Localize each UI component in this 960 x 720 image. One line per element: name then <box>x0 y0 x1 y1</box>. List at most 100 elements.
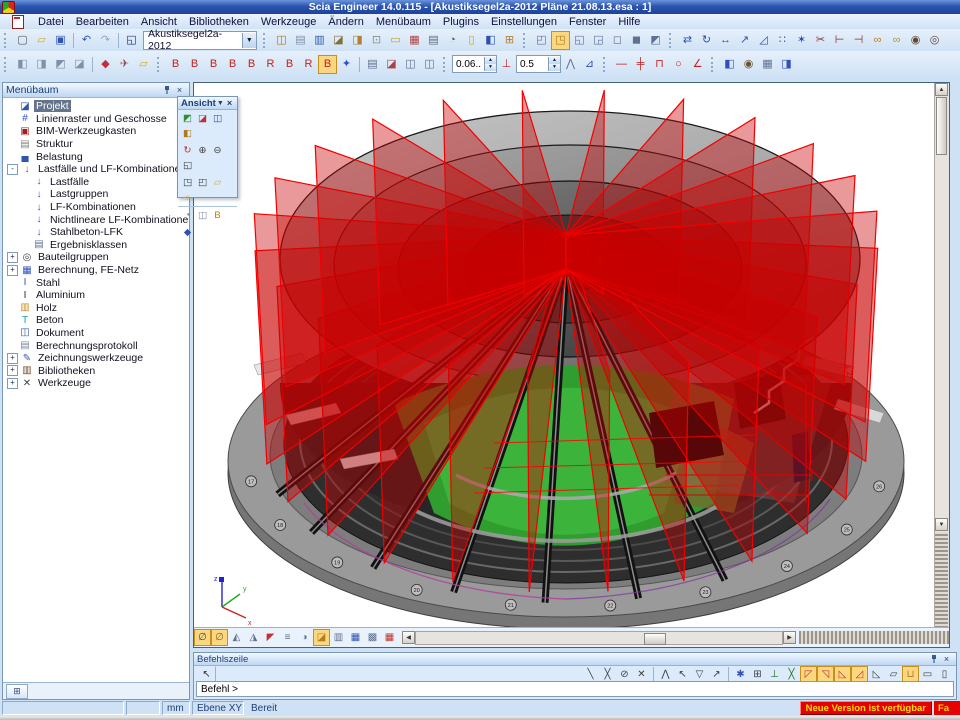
perspective-icon[interactable]: ◮ <box>245 629 262 646</box>
viewport-hscrollbar[interactable] <box>415 631 783 645</box>
chevron-down-icon[interactable]: ▼ <box>216 97 225 109</box>
tree-item-bauteilgruppen[interactable]: +◎Bauteilgruppen <box>3 251 189 264</box>
clipboard-view-icon[interactable]: ◫ <box>195 208 210 223</box>
scroll-up-icon[interactable]: ▲ <box>935 83 948 96</box>
snap-size-field[interactable]: 0.06.. ▲▼ <box>452 55 497 73</box>
copy-add-icon[interactable]: ◩ <box>51 55 70 74</box>
spinner-arrows[interactable]: ▲▼ <box>548 57 560 71</box>
clip-box-icon[interactable]: ∅ <box>194 629 211 646</box>
tree-item-aluminium[interactable]: IAluminium <box>3 289 189 302</box>
tree-item-belastung[interactable]: ▄Belastung <box>3 150 189 163</box>
window-cascade-icon[interactable]: ◰ <box>532 31 551 50</box>
tree-expand-icon[interactable]: + <box>7 265 18 276</box>
tree-item-zeichnungswerkzeuge[interactable]: +✎Zeichnungswerkzeuge <box>3 352 189 365</box>
tree-item-linienraster-und-geschosse[interactable]: #Linienraster und Geschosse <box>3 113 189 126</box>
ansicht-header[interactable]: Ansicht ▼ × <box>178 97 237 110</box>
preview-icon[interactable]: ◔ <box>443 31 462 50</box>
tree-item-lastfälle-und-lf-kombinationen[interactable]: -↓Lastfälle und LF-Kombinationen <box>3 163 189 176</box>
notes-icon[interactable]: ▯ <box>462 31 481 50</box>
command-input[interactable]: Befehl > <box>196 681 954 697</box>
save-picture-icon[interactable]: ▤ <box>363 55 382 74</box>
scale-icon[interactable]: ◿ <box>754 31 773 50</box>
print-icon[interactable]: ▤ <box>424 31 443 50</box>
load-case-2-icon[interactable]: B <box>185 55 204 74</box>
close-icon[interactable]: × <box>225 97 234 109</box>
toolbar-grip[interactable] <box>157 57 163 72</box>
roof-icon[interactable]: ⋀ <box>561 55 580 74</box>
clipboard-icon[interactable]: ◨ <box>348 31 367 50</box>
tree-item-bim-werkzeugkasten[interactable]: ▣BIM-Werkzeugkasten <box>3 125 189 138</box>
view-front-icon[interactable]: ◪ <box>195 111 210 126</box>
toolbar-grip[interactable] <box>603 57 609 72</box>
model-3d-scene[interactable]: 26252423222120191817 4.2 y x z <box>194 83 934 628</box>
stretch-icon[interactable]: ↗ <box>735 31 754 50</box>
window-horizontal-icon[interactable]: ◱ <box>570 31 589 50</box>
tree-expand-icon[interactable]: + <box>7 378 18 389</box>
tree-item-stahl[interactable]: IStahl <box>3 276 189 289</box>
pair-icon[interactable]: ∞ <box>887 31 906 50</box>
combobox-dropdown-icon[interactable]: ▼ <box>242 33 256 48</box>
scroll-left-icon[interactable]: ◀ <box>402 631 415 644</box>
view-top-icon[interactable]: ◧ <box>180 126 195 141</box>
move-icon[interactable]: ⇄ <box>678 31 697 50</box>
polyline-icon[interactable]: ⊓ <box>650 55 669 74</box>
tree-item-berechnung-fe-netz[interactable]: +▦Berechnung, FE-Netz <box>3 264 189 277</box>
tree-item-bibliotheken[interactable]: +▥Bibliotheken <box>3 364 189 377</box>
project-combobox[interactable]: Akustiksegel2a-2012 ▼ <box>143 31 257 50</box>
open-drawing-icon[interactable]: ▱ <box>134 55 153 74</box>
mail-icon[interactable]: ▭ <box>386 31 405 50</box>
tree-item-beton[interactable]: TBeton <box>3 314 189 327</box>
angle-line-icon[interactable]: ∠ <box>688 55 707 74</box>
status-units[interactable]: mm <box>162 701 190 715</box>
toolbar-grip[interactable] <box>443 57 449 72</box>
zoom-all-icon[interactable]: ◳ <box>180 175 195 190</box>
toolbar-grip[interactable] <box>4 33 10 48</box>
paste-properties-icon[interactable]: ◨ <box>32 55 51 74</box>
red-flag-icon[interactable]: ◤ <box>262 629 279 646</box>
tree-expand-icon[interactable]: - <box>7 164 18 175</box>
menu-fenster[interactable]: Fenster <box>563 15 612 29</box>
table-icon[interactable]: ▦ <box>758 55 777 74</box>
menu-datei[interactable]: Datei <box>32 15 70 29</box>
viewport-vscrollbar[interactable]: ▲ ▼ <box>934 83 949 629</box>
toolbar-grip[interactable] <box>669 33 675 48</box>
load-free-icon[interactable]: B <box>280 55 299 74</box>
spinner-arrows[interactable]: ▲▼ <box>484 57 496 71</box>
calculator-icon[interactable]: ⊞ <box>500 31 519 50</box>
view-manager-icon[interactable]: ▱ <box>210 175 225 190</box>
model-viewport[interactable]: 26252423222120191817 4.2 y x z ▲ ▼ ∅∅◭◮ <box>193 82 950 648</box>
window-vertical-icon[interactable]: ◲ <box>589 31 608 50</box>
menu-hilfe[interactable]: Hilfe <box>612 15 646 29</box>
scroll-right-icon[interactable]: ▶ <box>783 631 796 644</box>
load-accel-icon[interactable]: ✦ <box>337 55 356 74</box>
zoom-detail-icon[interactable]: ◉ <box>739 55 758 74</box>
database-icon[interactable]: ▤ <box>291 31 310 50</box>
weld-icon[interactable]: ⊥ <box>497 55 516 74</box>
toolbar-grip[interactable] <box>4 57 10 72</box>
tree-item-lastfälle[interactable]: ↓Lastfälle <box>3 176 189 189</box>
toolbar-grip[interactable] <box>711 57 717 72</box>
mdi-document-icon[interactable] <box>12 15 24 29</box>
tree-item-holz[interactable]: ▥Holz <box>3 302 189 315</box>
trim-icon[interactable]: ✂ <box>811 31 830 50</box>
layers-icon[interactable]: ◧ <box>481 31 500 50</box>
load-display-icon[interactable]: B <box>318 55 337 74</box>
close-icon[interactable]: × <box>940 653 953 665</box>
camera-b-icon[interactable]: ◫ <box>420 55 439 74</box>
polar-array-icon[interactable]: ✶ <box>792 31 811 50</box>
fast-draw-icon[interactable]: ◪ <box>313 629 330 646</box>
beam-display-icon[interactable]: ▥ <box>330 629 347 646</box>
paint-brush-icon[interactable]: ◧ <box>720 55 739 74</box>
update-available-badge[interactable]: Neue Version ist verfügbar <box>800 701 932 715</box>
pin-icon[interactable] <box>160 84 173 96</box>
hscroll-thumb[interactable] <box>644 633 666 645</box>
light-icon[interactable]: ☼ <box>180 190 195 205</box>
search-icon[interactable]: ◉ <box>906 31 925 50</box>
window-restore-icon[interactable]: ◩ <box>646 31 665 50</box>
view-side-icon[interactable]: ◫ <box>210 111 225 126</box>
shading-icon[interactable]: ◑ <box>296 629 313 646</box>
close-viewer-icon[interactable]: ◱ <box>122 31 141 50</box>
menu-bearbeiten[interactable]: Bearbeiten <box>70 15 135 29</box>
array-icon[interactable]: ∷ <box>773 31 792 50</box>
scroll-down-icon[interactable]: ▼ <box>935 518 948 531</box>
